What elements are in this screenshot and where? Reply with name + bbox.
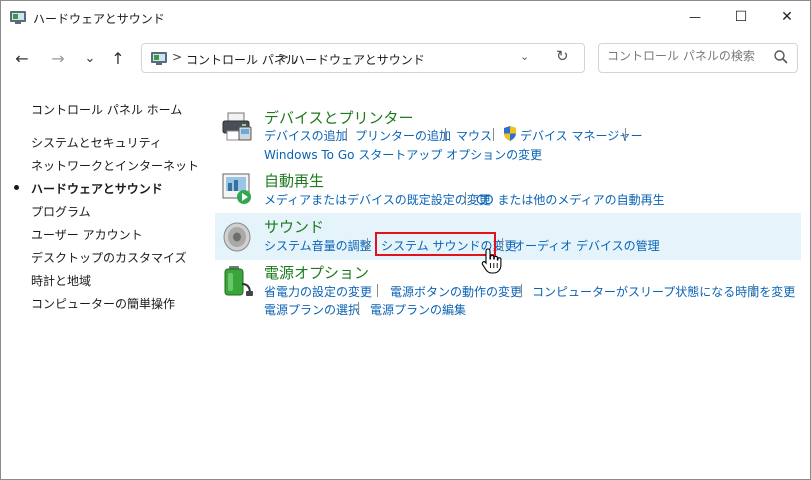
sidebar-item-user-accounts[interactable]: ユーザー アカウント [31,226,143,243]
window-title: ハードウェアとサウンド [33,12,165,26]
maximize-icon: ☐ [734,9,748,25]
link-add-device[interactable]: デバイスの追加 [264,127,348,144]
up-arrow-icon: ↑ [111,48,125,68]
search-input[interactable] [607,49,757,63]
link-separator [367,238,368,251]
sidebar-item-hardware-sound[interactable]: ハードウェアとサウンド [31,180,163,197]
link-separator [493,128,494,141]
sidebar-item-network-internet[interactable]: ネットワークとインターネット [31,157,199,174]
link-choose-power-plan[interactable]: 電源プランの選択 [264,301,360,318]
link-add-printer[interactable]: プリンターの追加 [355,127,451,144]
link-separator [465,192,466,205]
printer-icon [222,112,252,141]
category-sound: サウンド システム音量の調整 システム サウンドの変更 オーディオ デバイスの管… [215,213,801,260]
minimize-icon: — [689,10,701,24]
forward-button[interactable]: → [45,45,71,71]
link-edit-power-plan[interactable]: 電源プランの編集 [370,301,466,318]
battery-power-icon [224,266,253,296]
link-autoplay-cd[interactable]: CD または他のメディアの自動再生 [476,191,665,208]
sidebar-item-programs[interactable]: プログラム [31,203,91,220]
address-dropdown-chevron-icon[interactable]: ⌄ [520,50,529,63]
breadcrumb-separator: > [172,50,183,64]
sidebar-item-clock-region[interactable]: 時計と地域 [31,272,91,289]
search-box[interactable] [598,43,798,73]
navigation-bar: ← → ⌄ ↑ > コントロール パネル > ハードウェアとサウンド ⌄ ↻ [1,35,810,83]
category-title-power-options[interactable]: 電源オプション [264,262,369,283]
highlight-annotation-box [375,232,496,256]
title-bar: ハードウェアとサウンド — ☐ ✕ [1,1,810,33]
speaker-icon [223,222,251,252]
minimize-button[interactable]: — [672,1,718,33]
sidebar-item-ease-of-access[interactable]: コンピューターの簡単操作 [31,295,175,312]
link-change-default-media[interactable]: メディアまたはデバイスの既定設定の変更 [264,191,491,208]
category-autoplay: 自動再生 メディアまたはデバイスの既定設定の変更 CD または他のメディアの自動… [215,167,801,207]
link-separator [377,284,378,297]
control-panel-window: ハードウェアとサウンド — ☐ ✕ ← → ⌄ ↑ > コントロール パネル >… [0,0,811,480]
link-separator [521,284,522,297]
up-button[interactable]: ↑ [105,45,131,71]
link-adjust-system-volume[interactable]: システム音量の調整 [264,237,372,254]
category-devices-printers: デバイスとプリンター デバイスの追加 プリンターの追加 マウス デバイス マネー… [215,105,801,163]
control-panel-icon [151,52,167,65]
category-power-options: 電源オプション 省電力の設定の変更 電源ボタンの動作の変更 コンピューターがスリ… [215,260,801,320]
control-panel-icon [10,11,26,24]
link-separator [358,302,359,315]
active-bullet [14,185,19,190]
recent-locations-button[interactable]: ⌄ [77,45,103,71]
chevron-down-icon: ⌄ [84,50,96,66]
link-manage-audio-devices[interactable]: オーディオ デバイスの管理 [513,237,660,254]
link-separator [445,128,446,141]
refresh-icon[interactable]: ↻ [556,47,569,65]
close-button[interactable]: ✕ [764,1,810,33]
sidebar-item-appearance[interactable]: デスクトップのカスタマイズ [31,249,187,266]
link-change-power-buttons[interactable]: 電源ボタンの動作の変更 [390,283,522,300]
maximize-button[interactable]: ☐ [718,1,764,33]
uac-shield-icon [504,126,516,141]
search-icon[interactable] [773,49,789,65]
link-separator [346,128,347,141]
link-change-sleep-time[interactable]: コンピューターがスリープ状態になる時間を変更 [532,283,795,300]
sidebar-item-control-panel-home[interactable]: コントロール パネル ホーム [31,101,182,118]
autoplay-icon [222,173,251,204]
breadcrumb-separator: > [279,50,290,64]
back-button[interactable]: ← [9,45,35,71]
address-bar[interactable]: > コントロール パネル > ハードウェアとサウンド ⌄ ↻ [141,43,585,73]
category-title-autoplay[interactable]: 自動再生 [264,170,324,191]
link-separator [753,284,754,297]
link-mouse[interactable]: マウス [456,127,492,144]
category-title-sound[interactable]: サウンド [264,216,324,237]
link-windows-to-go[interactable]: Windows To Go スタートアップ オプションの変更 [264,146,542,163]
category-title-devices-printers[interactable]: デバイスとプリンター [264,107,414,128]
link-change-power-saving[interactable]: 省電力の設定の変更 [264,283,372,300]
link-separator [625,128,626,141]
forward-arrow-icon: → [51,48,65,68]
close-icon: ✕ [781,9,793,25]
sidebar-item-system-security[interactable]: システムとセキュリティ [31,134,162,151]
breadcrumb-hardware-sound[interactable]: ハードウェアとサウンド [293,51,425,68]
back-arrow-icon: ← [15,48,29,68]
